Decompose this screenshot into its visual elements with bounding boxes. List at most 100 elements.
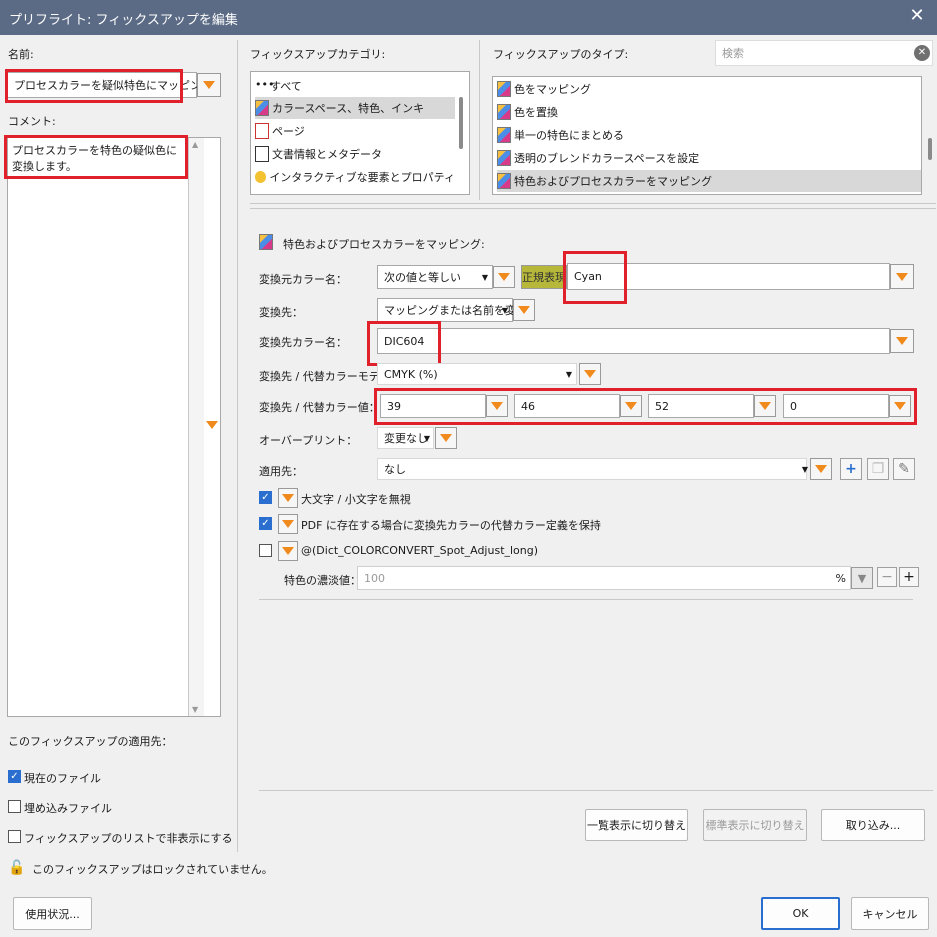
alt-value-k-dropdown[interactable] [889,395,911,417]
overprint-label: オーバープリント： [259,434,358,447]
alt-value-y-input[interactable]: 52 [648,394,754,418]
chevron-down-icon [282,494,294,502]
alt-value-k-input[interactable]: 0 [783,394,889,418]
standard-view-button[interactable]: 標準表示に切り替え [703,809,807,841]
pdf-page-icon [255,123,269,139]
comment-dropdown-icon[interactable] [206,421,218,429]
alt-value-m-input[interactable]: 46 [514,394,620,418]
edit-icon[interactable]: ✎ [893,458,915,480]
destination-select[interactable]: マッピングまたは名前を変更 ▼ [377,298,527,322]
source-color-label: 変換元カラー名： [259,273,347,286]
chevron-down-icon: ▼ [857,571,867,585]
regex-tag[interactable]: 正規表現 [521,265,567,289]
condition-dropdown-button[interactable] [493,266,515,288]
overprint-select[interactable]: 変更なし ▼ [377,427,434,449]
ignore-case-checkbox[interactable]: ✓ [259,491,272,504]
select-arrow-icon: ▼ [565,370,572,379]
applies-to-label: このフィックスアップの適用先： [8,735,173,748]
alt-model-select[interactable]: CMYK (%) ▼ [377,363,577,385]
chevron-down-icon [584,370,596,378]
ignore-case-label: 大文字 / 小文字を無視 [301,493,411,506]
divider [250,203,936,204]
cancel-button[interactable]: キャンセル [851,897,929,930]
fixup-icon [497,104,511,120]
alt-value-c-input[interactable]: 39 [380,394,486,418]
close-icon[interactable]: ✕ [905,4,929,28]
tint-dropdown[interactable]: ▼ [851,567,873,589]
dest-color-input[interactable]: DIC604 [377,328,890,354]
category-item[interactable]: インタラクティブな要素とプロパティ [255,166,455,188]
types-scrollbar[interactable] [928,138,932,160]
comment-label: コメント: [8,115,56,128]
comment-textarea[interactable]: プロセスカラーを特色の疑似色に変換します。 ▲ ▼ [7,137,221,717]
apply-to-select[interactable]: なし ▼ [377,458,808,480]
type-item[interactable]: 特色およびプロセスカラーをマッピング [497,170,921,192]
category-item[interactable]: 文書情報とメタデータ [255,143,455,165]
current-file-checkbox[interactable]: ✓ [8,770,21,783]
select-arrow-icon: ▼ [481,273,488,282]
chevron-down-icon [203,81,215,89]
duplicate-icon[interactable]: ❐ [867,458,889,480]
alt-value-m-dropdown[interactable] [620,395,642,417]
apply-to-label: 適用先： [259,465,303,478]
type-item[interactable]: 色を置換 [497,101,917,123]
keep-alt-checkbox[interactable]: ✓ [259,517,272,530]
chevron-down-icon [815,465,827,473]
chevron-down-icon [896,272,908,281]
categories-list[interactable]: ••• すべて カラースペース、特色、インキ ページ 文書情報とメタデータ インタ… [250,71,470,195]
scroll-up-icon[interactable]: ▲ [192,140,198,149]
fixup-icon [497,173,511,189]
name-dropdown-button[interactable] [197,73,221,97]
fixup-icon [255,100,269,116]
chevron-down-icon [518,306,530,314]
hide-in-list-checkbox[interactable] [8,830,21,843]
name-field[interactable]: プロセスカラーを疑似特色にマッピング [7,72,212,98]
minus-icon[interactable]: − [877,567,897,587]
category-item[interactable]: ••• すべて [255,75,455,97]
fixup-icon [497,81,511,97]
overprint-dropdown-button[interactable] [435,427,457,449]
alt-model-dropdown-button[interactable] [579,363,601,385]
clear-search-icon[interactable]: ✕ [914,45,930,61]
panel-divider [237,40,238,852]
usage-button[interactable]: 使用状況... [13,897,92,930]
alt-value-c-dropdown[interactable] [486,395,508,417]
list-view-button[interactable]: 一覧表示に切り替え [585,809,688,841]
add-icon[interactable]: + [840,458,862,480]
ignore-case-dropdown[interactable] [278,488,298,508]
import-button[interactable]: 取り込み... [821,809,925,841]
tint-input[interactable]: 100 % [357,566,851,590]
types-list[interactable]: 色をマッピング 色を置換 単一の特色にまとめる 透明のブレンドカラースペースを設… [492,76,922,195]
select-arrow-icon: ▼ [501,306,508,315]
dest-color-dropdown-button[interactable] [890,329,914,353]
current-file-label: 現在のファイル [24,772,101,785]
spot-adjust-checkbox[interactable] [259,544,272,557]
search-input[interactable]: 検索 ✕ [715,40,933,66]
plus-icon[interactable]: + [899,567,919,587]
fixup-icon [259,234,276,253]
divider [259,790,933,791]
destination-dropdown-button[interactable] [513,299,535,321]
category-item[interactable]: カラースペース、特色、インキ [255,97,455,119]
comment-scrollbar[interactable]: ▲ ▼ [188,138,204,716]
type-item[interactable]: 単一の特色にまとめる [497,124,917,146]
lock-status: このフィックスアップはロックされていません。 [32,863,273,876]
select-arrow-icon: ▼ [423,434,430,443]
alt-value-y-dropdown[interactable] [754,395,776,417]
type-item[interactable]: 透明のブレンドカラースペースを設定 [497,147,917,169]
alt-values-label: 変換先 / 代替カラー値： [259,401,380,414]
category-item[interactable]: ページ [255,120,455,142]
type-item[interactable]: 色をマッピング [497,78,917,100]
scroll-down-icon[interactable]: ▼ [192,705,198,714]
apply-to-dropdown-button[interactable] [810,458,832,480]
document-icon [255,146,269,162]
categories-scrollbar[interactable] [459,97,463,149]
keep-alt-dropdown[interactable] [278,514,298,534]
source-color-input[interactable]: Cyan [567,263,890,290]
source-color-dropdown-button[interactable] [890,264,914,289]
embedded-files-checkbox[interactable] [8,800,21,813]
source-condition-select[interactable]: 次の値と等しい ▼ [377,265,493,289]
ok-button[interactable]: OK [761,897,840,930]
spot-adjust-dropdown[interactable] [278,541,298,561]
chevron-down-icon [282,547,294,555]
